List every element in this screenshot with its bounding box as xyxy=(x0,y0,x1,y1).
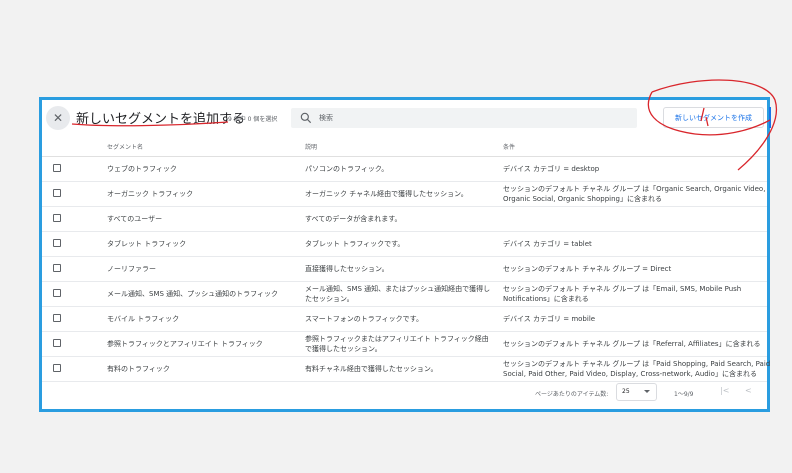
row-checkbox[interactable] xyxy=(53,239,61,247)
table-row[interactable]: モバイル トラフィック スマートフォンのトラフィックです。 デバイス カテゴリ = … xyxy=(42,306,767,332)
segment-description: 有料チャネル経由で獲得したセッション。 xyxy=(305,365,438,373)
column-header-name: セグメント名 xyxy=(107,144,144,151)
column-header-description: 説明 xyxy=(305,144,318,151)
segment-condition: デバイス カテゴリ = tablet xyxy=(503,240,592,248)
segment-name: 有料のトラフィック xyxy=(107,365,170,373)
close-icon: ✕ xyxy=(52,111,64,125)
row-checkbox[interactable] xyxy=(53,314,61,322)
segment-condition: デバイス カテゴリ = desktop xyxy=(503,165,600,173)
selection-count: 9 個中 0 個を選択 xyxy=(228,116,278,123)
edge-accent-bar xyxy=(769,107,771,128)
table-row[interactable]: ウェブのトラフィック パソコンのトラフィック。 デバイス カテゴリ = deskto… xyxy=(42,156,767,182)
segment-name: タブレット トラフィック xyxy=(107,240,187,248)
row-checkbox[interactable] xyxy=(53,214,61,222)
row-checkbox[interactable] xyxy=(53,189,61,197)
rows-per-page-select[interactable]: 25 xyxy=(616,383,657,401)
segment-name: ノーリファラー xyxy=(107,265,156,273)
table-row[interactable]: タブレット トラフィック タブレット トラフィックです。 デバイス カテゴリ = t… xyxy=(42,231,767,257)
table-row[interactable]: メール通知、SMS 通知、プッシュ通知のトラフィック メール通知、SMS 通知、ま… xyxy=(42,281,767,307)
segment-description: スマートフォンのトラフィックです。 xyxy=(305,315,423,323)
dropdown-caret-icon xyxy=(644,390,650,393)
rows-per-page-value: 25 xyxy=(622,388,630,395)
segment-condition: セッションのデフォルト チャネル グループ は「Organic Search, … xyxy=(503,185,766,203)
row-checkbox[interactable] xyxy=(53,339,61,347)
row-checkbox[interactable] xyxy=(53,289,61,297)
segment-condition: デバイス カテゴリ = mobile xyxy=(503,315,596,323)
table-row[interactable]: ノーリファラー 直接獲得したセッション。 セッションのデフォルト チャネル グループ… xyxy=(42,256,767,282)
search-box[interactable]: 検索 xyxy=(291,108,637,128)
column-header-condition: 条件 xyxy=(503,144,516,151)
row-checkbox[interactable] xyxy=(53,164,61,172)
segment-name: モバイル トラフィック xyxy=(107,315,180,323)
segment-condition: セッションのデフォルト チャネル グループ は「Email, SMS, Mobi… xyxy=(503,285,742,303)
table-row[interactable]: 参照トラフィックとアフィリエイト トラフィック 参照トラフィックまたはアフィリエイ… xyxy=(42,331,767,357)
segment-condition: セッションのデフォルト チャネル グループ は「Paid Shopping, P… xyxy=(503,360,771,378)
segment-condition: セッションのデフォルト チャネル グループ = Direct xyxy=(503,265,672,273)
first-page-icon[interactable]: |< xyxy=(720,386,729,395)
segment-name: ウェブのトラフィック xyxy=(107,165,177,173)
segment-description: メール通知、SMS 通知、またはプッシュ通知経由で獲得したセッション。 xyxy=(305,285,491,303)
table-row[interactable]: オーガニック トラフィック オーガニック チャネル経由で獲得したセッション。 セッシ… xyxy=(42,181,767,207)
close-button[interactable]: ✕ xyxy=(46,106,70,130)
dialog-title: 新しいセグメントを追加する xyxy=(76,112,246,127)
table-row[interactable]: すべてのユーザー すべてのデータが含まれます。 xyxy=(42,206,767,232)
pagination: ページあたりのアイテム数: 25 1〜9/9 |< < xyxy=(42,379,767,409)
segment-description: オーガニック チャネル経由で獲得したセッション。 xyxy=(305,190,468,198)
segment-name: 参照トラフィックとアフィリエイト トラフィック xyxy=(107,340,263,348)
segment-description: パソコンのトラフィック。 xyxy=(305,165,389,173)
segment-description: 参照トラフィックまたはアフィリエイト トラフィック経由で獲得したセッション。 xyxy=(305,335,489,353)
create-segment-button[interactable]: 新しいセグメントを作成 xyxy=(663,107,764,128)
table-header: セグメント名 説明 条件 xyxy=(42,137,767,157)
page-range: 1〜9/9 xyxy=(674,391,694,398)
search-icon xyxy=(300,112,312,124)
rows-per-page-label: ページあたりのアイテム数: xyxy=(535,391,609,398)
prev-page-icon[interactable]: < xyxy=(745,386,752,395)
segment-description: タブレット トラフィックです。 xyxy=(305,240,405,248)
add-segment-dialog: ✕ 新しいセグメントを追加する 9 個中 0 個を選択 検索 新しいセグメントを… xyxy=(39,97,771,412)
segment-name: メール通知、SMS 通知、プッシュ通知のトラフィック xyxy=(107,290,279,298)
segment-description: 直接獲得したセッション。 xyxy=(305,265,389,273)
segment-name: オーガニック トラフィック xyxy=(107,190,194,198)
search-input[interactable]: 検索 xyxy=(319,113,333,123)
segment-name: すべてのユーザー xyxy=(107,215,163,223)
row-checkbox[interactable] xyxy=(53,264,61,272)
row-checkbox[interactable] xyxy=(53,364,61,372)
dialog-header: ✕ 新しいセグメントを追加する 9 個中 0 個を選択 検索 新しいセグメントを… xyxy=(42,100,771,137)
segment-condition: セッションのデフォルト チャネル グループ は「Referral, Affili… xyxy=(503,340,761,348)
segment-description: すべてのデータが含まれます。 xyxy=(305,215,402,223)
